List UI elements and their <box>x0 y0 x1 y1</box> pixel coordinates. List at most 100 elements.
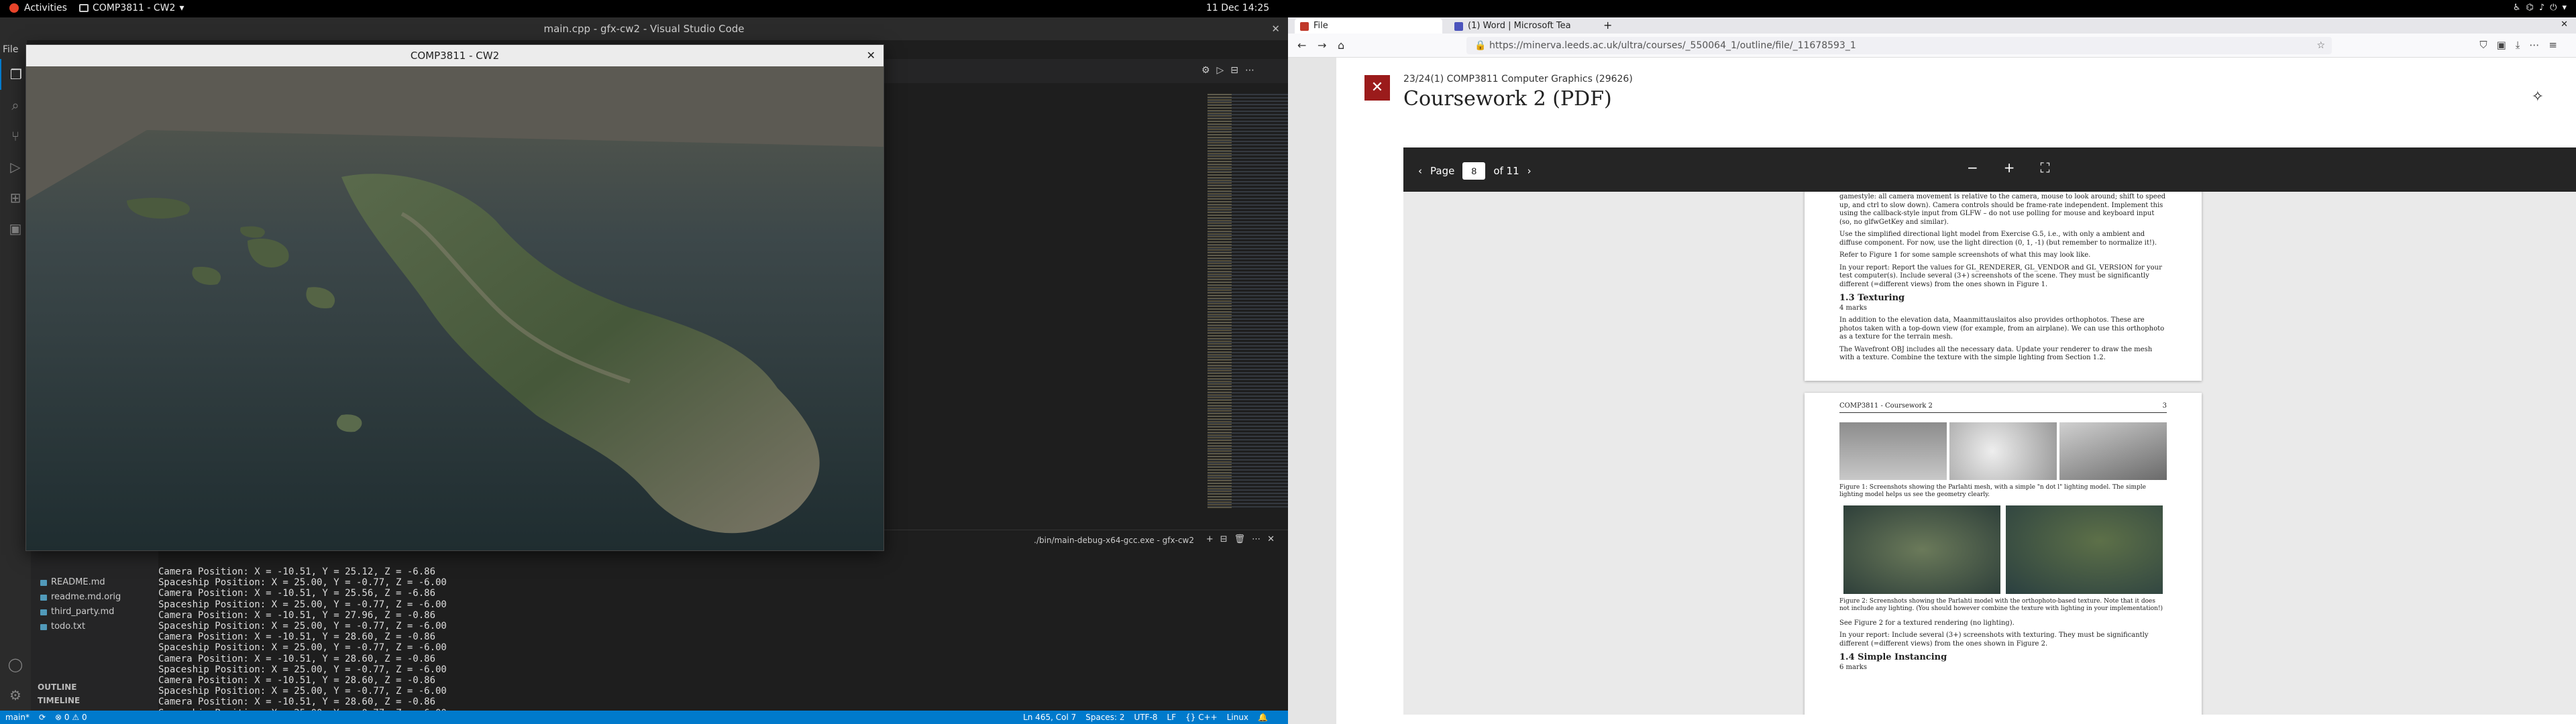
terminal-line: Spaceship Position: X = 25.00, Y = -0.77… <box>158 577 447 589</box>
tab-label: (1) Word | Microsoft Tea <box>1468 21 1571 31</box>
close-icon[interactable]: ✕ <box>1271 17 1280 40</box>
forward-icon[interactable]: → <box>1318 39 1326 52</box>
pdf-paragraph: Refer to Figure 1 for some sample screen… <box>1839 251 2091 259</box>
pdf-heading: 1.3 Texturing <box>1839 293 1905 303</box>
zoom-in-icon[interactable]: + <box>2004 160 2015 176</box>
url-bar[interactable]: 🔒 https://minerva.leeds.ac.uk/ultra/cour… <box>1466 37 2332 54</box>
fullscreen-icon[interactable]: ⛶ <box>2041 160 2050 176</box>
problems-indicator[interactable]: ⊗ 0 ⚠ 0 <box>55 711 87 724</box>
outline-section[interactable]: OUTLINE <box>38 682 76 692</box>
gear-icon[interactable]: ⚙ <box>0 680 31 711</box>
pdf-page: gamestyle: all camera movement is relati… <box>1805 192 2202 381</box>
pdf-paragraph: In addition to the elevation data, Maanm… <box>1839 316 2165 341</box>
bell-icon[interactable]: 🔔 <box>1258 711 1268 724</box>
pdf-heading: 1.4 Simple Instancing <box>1839 652 1947 662</box>
terminal-line: Camera Position: X = -10.51, Y = 28.60, … <box>158 653 436 664</box>
close-viewer-button[interactable]: ✕ <box>1364 75 1390 101</box>
browser-tab[interactable]: File <box>1295 19 1442 34</box>
ai-assist-icon[interactable]: ✧ <box>2532 88 2544 105</box>
eol[interactable]: LF <box>1167 711 1177 724</box>
app-menu[interactable]: COMP3811 - CW2 ▾ <box>79 3 184 13</box>
terminal-output[interactable]: Camera Position: X = -10.51, Y = 25.12, … <box>158 566 1258 719</box>
next-page-icon[interactable]: › <box>1527 165 1532 177</box>
encoding[interactable]: UTF-8 <box>1134 711 1158 724</box>
indentation[interactable]: Spaces: 2 <box>1085 711 1124 724</box>
terminal-line: Camera Position: X = -10.51, Y = 25.12, … <box>158 566 436 577</box>
lock-icon: 🔒 <box>1474 40 1487 51</box>
sync-icon[interactable]: ⟳ <box>39 711 46 724</box>
figure-image <box>2006 505 2163 594</box>
nav-bar: ← → ⌂ 🔒 https://minerva.leeds.ac.uk/ultr… <box>1288 34 2576 58</box>
terminal-line: Camera Position: X = -10.51, Y = 25.56, … <box>158 588 436 599</box>
file-list: README.md readme.md.orig third_party.md … <box>38 575 121 634</box>
system-tray[interactable]: ♿ ⌬ ♪ ⏻ ▾ <box>2513 3 2567 13</box>
new-tab-button[interactable]: + <box>1603 19 1612 32</box>
page-number-input[interactable] <box>1462 162 1486 180</box>
pdf-viewport[interactable]: gamestyle: all camera movement is relati… <box>1403 192 2576 715</box>
clock[interactable]: 11 Dec 14:25 <box>1206 3 1269 13</box>
language-mode[interactable]: {} C++ <box>1185 711 1218 724</box>
activities-label: Activities <box>24 3 67 13</box>
cursor-position[interactable]: Ln 465, Col 7 <box>1023 711 1076 724</box>
blackboard-background <box>1288 58 1336 724</box>
pdf-paragraph: The Wavefront OBJ includes all the neces… <box>1839 345 2153 362</box>
volume-icon: ♪ <box>2538 3 2545 13</box>
page-content: ✕ 23/24(1) COMP3811 Computer Graphics (2… <box>1288 58 2576 724</box>
close-icon[interactable]: ✕ <box>2561 19 2568 29</box>
platform[interactable]: Linux <box>1227 711 1248 724</box>
pdf-page-header: COMP3811 - Coursework 2 3 <box>1839 402 2167 413</box>
branch-indicator[interactable]: main* <box>5 711 30 724</box>
account-icon[interactable]: ◯ <box>0 649 31 680</box>
course-name: 23/24(1) COMP3811 Computer Graphics (296… <box>1403 74 1633 84</box>
minimap[interactable] <box>1208 94 1288 509</box>
terminal-line: Spaceship Position: X = 25.00, Y = -0.77… <box>158 686 447 697</box>
bookmark-star-icon[interactable]: ☆ <box>2316 37 2325 54</box>
figure-caption: Figure 1: Screenshots showing the Parlah… <box>1839 483 2146 498</box>
terrain-render-viewport[interactable] <box>26 66 883 550</box>
close-icon[interactable]: ✕ <box>867 45 875 66</box>
figure-image <box>1839 422 1947 480</box>
pdf-header-page: 3 <box>2162 402 2167 410</box>
figure-image <box>2059 422 2167 480</box>
network-icon: ⌬ <box>2526 3 2534 13</box>
file-item[interactable]: README.md <box>38 575 121 590</box>
terminal-line: Spaceship Position: X = 25.00, Y = -0.77… <box>158 621 447 632</box>
prev-page-icon[interactable]: ‹ <box>1418 165 1422 177</box>
status-bar: main* ⟳ ⊗ 0 ⚠ 0 Ln 465, Col 7 Spaces: 2 … <box>0 711 1288 724</box>
figure-caption: Figure 2: Screenshots showing the Parlah… <box>1839 597 2163 612</box>
zoom-out-icon[interactable]: − <box>1967 160 1978 176</box>
file-item[interactable]: readme.md.orig <box>38 590 121 605</box>
terminal-panel: ./bin/main-debug-x64-gcc.exe - gfx-cw2 +… <box>158 530 1288 719</box>
cw2-title-bar: COMP3811 - CW2 ✕ <box>26 45 883 66</box>
tab-strip: File (1) Word | Microsoft Tea + ✕ <box>1288 17 2576 34</box>
pdf-toolbar: ‹ Page of 11 › − + ⛶ ⤓ <box>1403 147 2576 192</box>
figure-1-images <box>1839 422 2167 480</box>
menu-file[interactable]: File <box>0 40 27 59</box>
pdf-paragraph: gamestyle: all camera movement is relati… <box>1839 193 2166 226</box>
pdf-paragraph: Use the simplified directional light mod… <box>1839 231 2157 247</box>
terminal-line: Spaceship Position: X = 25.00, Y = -0.77… <box>158 642 447 654</box>
figure-2-images <box>1839 505 2167 594</box>
terrain-render <box>26 66 883 550</box>
window-icon <box>79 4 89 12</box>
toolbar-icons[interactable]: ⛉▣⤓⋯≡ <box>2479 39 2567 51</box>
terminal-line: Camera Position: X = -10.51, Y = 28.60, … <box>158 675 436 686</box>
terminal-line: Spaceship Position: X = 25.00, Y = -0.77… <box>158 599 447 610</box>
terminal-actions[interactable]: +⊟🗑⋯✕ <box>1206 534 1281 544</box>
terminal-selector[interactable]: ./bin/main-debug-x64-gcc.exe - gfx-cw2 <box>1034 536 1194 545</box>
timeline-section[interactable]: TIMELINE <box>38 696 80 705</box>
pdf-paragraph: In your report: Include several (3+) scr… <box>1839 631 2149 648</box>
browser-tab[interactable]: (1) Word | Microsoft Tea <box>1449 19 1597 34</box>
document-viewer: ✕ 23/24(1) COMP3811 Computer Graphics (2… <box>1336 58 2576 724</box>
pdf-page: COMP3811 - Coursework 2 3 Figure 1: Scre… <box>1805 393 2202 715</box>
home-icon[interactable]: ⌂ <box>1338 39 1344 52</box>
file-item[interactable]: third_party.md <box>38 605 121 619</box>
activities-button[interactable]: Activities <box>9 3 67 13</box>
cw2-app-window: COMP3811 - CW2 ✕ <box>25 44 884 551</box>
tab-favicon-icon <box>1454 22 1463 31</box>
power-icon: ⏻ <box>2550 3 2557 13</box>
editor-actions[interactable]: ⚙▷⊟⋯ <box>1201 65 1261 76</box>
back-icon[interactable]: ← <box>1297 39 1306 52</box>
pdf-paragraph: In your report: Report the values for GL… <box>1839 263 2162 288</box>
file-item[interactable]: todo.txt <box>38 619 121 634</box>
